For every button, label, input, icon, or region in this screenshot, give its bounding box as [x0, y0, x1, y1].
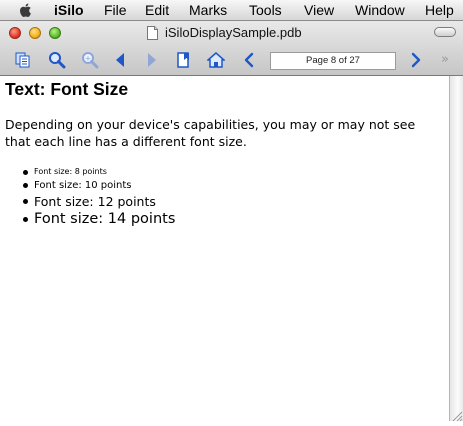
window-titlebar: iSiloDisplaySample.pdb + Page 8 of 27 »	[0, 21, 463, 76]
next-page-icon[interactable]	[405, 49, 427, 71]
menu-window[interactable]: Window	[355, 2, 405, 18]
menu-view[interactable]: View	[304, 2, 334, 18]
vertical-scrollbar[interactable]	[449, 76, 463, 421]
apple-logo-icon[interactable]	[17, 1, 35, 19]
forward-triangle-icon[interactable]	[141, 49, 163, 71]
list-item: Font size: 12 points	[0, 193, 175, 210]
window-title: iSiloDisplaySample.pdb	[165, 25, 302, 40]
body-paragraph: Depending on your device's capabilities,…	[5, 117, 416, 149]
menu-marks[interactable]: Marks	[189, 2, 227, 18]
back-triangle-icon[interactable]	[109, 49, 131, 71]
menu-file[interactable]: File	[104, 2, 127, 18]
home-icon[interactable]	[205, 49, 227, 71]
bookmark-icon[interactable]	[173, 49, 195, 71]
menu-help[interactable]: Help	[425, 2, 454, 18]
menu-isilo[interactable]: iSilo	[54, 2, 84, 18]
menu-edit[interactable]: Edit	[145, 2, 169, 18]
list-item: Font size: 10 points	[0, 178, 175, 193]
font-size-list: Font size: 8 points Font size: 10 points…	[0, 166, 175, 229]
find-next-icon[interactable]: +	[79, 49, 101, 71]
page-indicator[interactable]: Page 8 of 27	[270, 52, 396, 70]
document-view[interactable]: Text: Font Size Depending on your device…	[0, 76, 449, 421]
document-icon	[147, 25, 158, 40]
menu-tools[interactable]: Tools	[249, 2, 282, 18]
previous-page-icon[interactable]	[238, 49, 260, 71]
zoom-window-button[interactable]	[49, 27, 61, 39]
copy-icon[interactable]	[12, 49, 34, 71]
list-item: Font size: 8 points	[0, 166, 175, 178]
minimize-window-button[interactable]	[29, 27, 41, 39]
toolbar-toggle-button[interactable]	[434, 27, 456, 37]
page-heading: Text: Font Size	[5, 79, 129, 99]
menu-bar: iSilo File Edit Marks Tools View Window …	[0, 0, 463, 21]
close-window-button[interactable]	[9, 27, 21, 39]
list-item: Font size: 14 points	[0, 210, 175, 229]
find-icon[interactable]	[46, 49, 68, 71]
resize-grip-icon[interactable]	[449, 407, 463, 422]
toolbar-overflow-icon[interactable]: »	[441, 52, 449, 67]
svg-text:+: +	[85, 54, 92, 63]
